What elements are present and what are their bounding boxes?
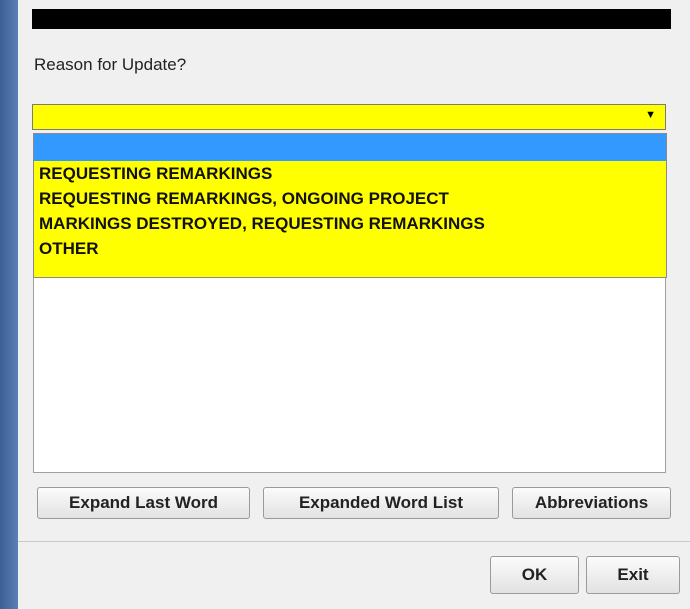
- dropdown-option-requesting-remarkings[interactable]: REQUESTING REMARKINGS: [34, 161, 666, 186]
- reason-select[interactable]: ▼: [32, 104, 666, 130]
- expand-last-word-button[interactable]: Expand Last Word: [37, 487, 250, 519]
- ok-button[interactable]: OK: [490, 556, 579, 594]
- expanded-word-list-button[interactable]: Expanded Word List: [263, 487, 499, 519]
- abbreviations-button[interactable]: Abbreviations: [512, 487, 671, 519]
- reason-for-update-dialog: Reason for Update? ▼ REQUESTING REMARKIN…: [18, 0, 690, 609]
- dropdown-option-other[interactable]: OTHER: [34, 236, 666, 261]
- footer-divider: [18, 541, 690, 542]
- dropdown-option-requesting-remarkings-ongoing-project[interactable]: REQUESTING REMARKINGS, ONGOING PROJECT: [34, 186, 666, 211]
- title-bar: [32, 9, 671, 29]
- background-window-edge: [0, 0, 18, 609]
- dropdown-option-blank[interactable]: [34, 134, 666, 161]
- reason-dropdown-list[interactable]: REQUESTING REMARKINGS REQUESTING REMARKI…: [33, 133, 667, 278]
- reason-prompt-label: Reason for Update?: [34, 55, 187, 74]
- dropdown-arrow-icon[interactable]: ▼: [645, 109, 656, 121]
- dropdown-option-markings-destroyed[interactable]: MARKINGS DESTROYED, REQUESTING REMARKING…: [34, 211, 666, 236]
- exit-button[interactable]: Exit: [586, 556, 680, 594]
